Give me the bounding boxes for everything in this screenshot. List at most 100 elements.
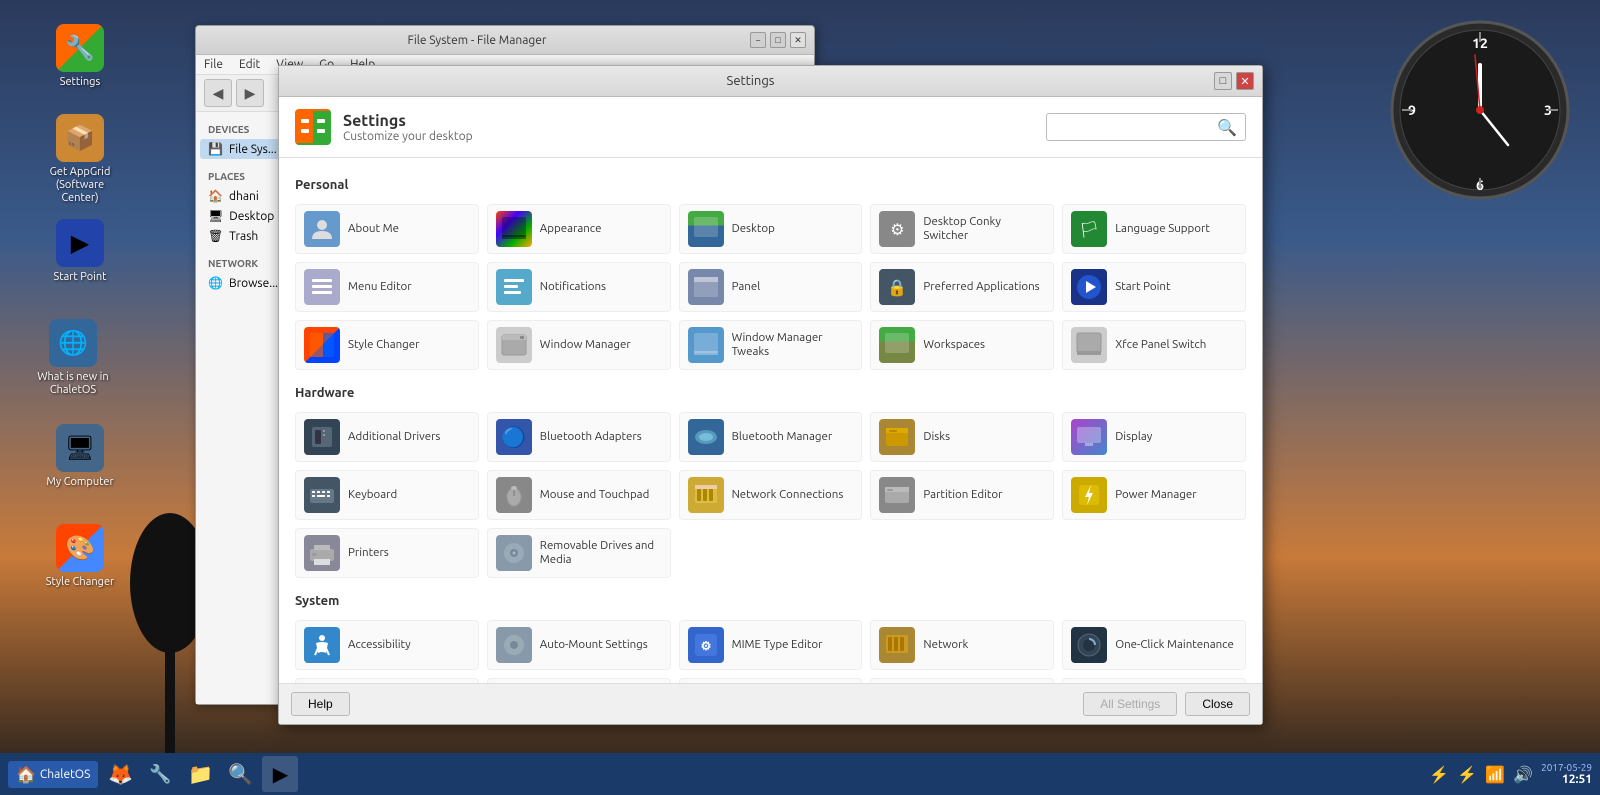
removable-drives-label: Removable Drives and Media <box>540 539 662 567</box>
settings-taskbar[interactable]: 🔧 <box>142 756 178 792</box>
mycomputer-label: My Computer <box>46 476 113 489</box>
display-item[interactable]: Display <box>1062 412 1246 462</box>
svg-text:⚙: ⚙ <box>700 640 711 653</box>
window-manager-label: Window Manager <box>540 338 631 352</box>
xfce-panel-item[interactable]: Xfce Panel Switch <box>1062 320 1246 370</box>
help-button[interactable]: Help <box>291 692 350 716</box>
settings-controls: □ ✕ <box>1214 72 1254 90</box>
desktop-conky-label: Desktop Conky Switcher <box>923 215 1045 243</box>
minimize-button[interactable]: − <box>750 32 766 48</box>
settings-search-input[interactable] <box>1055 120 1213 134</box>
additional-drivers-item[interactable]: Additional Drivers <box>295 412 479 462</box>
file-manager-controls: − □ ✕ <box>750 32 806 48</box>
forward-button[interactable]: ▶ <box>236 79 264 107</box>
accessibility-label: Accessibility <box>348 638 411 652</box>
network-connections-label: Network Connections <box>732 488 844 502</box>
close-button[interactable]: ✕ <box>790 32 806 48</box>
network-icon[interactable]: 📶 <box>1485 765 1505 784</box>
additional-drivers-icon <box>304 419 340 455</box>
settings-desktop-icon[interactable]: 🔧 Settings <box>35 20 125 93</box>
language-item[interactable]: 🏳 Language Support <box>1062 204 1246 254</box>
mouse-touchpad-label: Mouse and Touchpad <box>540 488 650 502</box>
back-button[interactable]: ◀ <box>204 79 232 107</box>
window-manager-icon <box>496 327 532 363</box>
whats-new-desktop-icon[interactable]: 🌐 What is new inChaletOS <box>28 315 118 401</box>
additional-drivers-label: Additional Drivers <box>348 430 440 444</box>
about-me-item[interactable]: About Me <box>295 204 479 254</box>
workspaces-item[interactable]: Workspaces <box>870 320 1054 370</box>
more-icon: ▶ <box>273 762 288 786</box>
menu-file[interactable]: File <box>204 58 223 71</box>
maximize-button[interactable]: □ <box>770 32 786 48</box>
start-label: ChaletOS <box>40 768 90 781</box>
network-label: Network <box>923 638 968 652</box>
file-manager-titlebar: File System - File Manager − □ ✕ <box>196 26 814 55</box>
volume-icon[interactable]: 🔊 <box>1513 765 1533 784</box>
wm-tweaks-item[interactable]: Window Manager Tweaks <box>679 320 863 370</box>
language-label: Language Support <box>1115 222 1210 236</box>
notifications-item[interactable]: Notifications <box>487 262 671 312</box>
desktop-item[interactable]: Desktop <box>679 204 863 254</box>
settings-search-box[interactable]: 🔍 <box>1046 113 1246 141</box>
disks-label: Disks <box>923 430 950 444</box>
settings-subheading: Customize your desktop <box>343 130 473 143</box>
menu-editor-item[interactable]: Menu Editor <box>295 262 479 312</box>
mouse-touchpad-item[interactable]: Mouse and Touchpad <box>487 470 671 520</box>
appgrid-desktop-icon[interactable]: 📦 Get AppGrid(Software Center) <box>35 110 125 210</box>
disks-item[interactable]: Disks <box>870 412 1054 462</box>
accessibility-item[interactable]: Accessibility <box>295 620 479 670</box>
removable-drives-item[interactable]: Removable Drives and Media <box>487 528 671 578</box>
stylechanger-desktop-icon[interactable]: 🎨 Style Changer <box>35 520 125 593</box>
power-manager-item[interactable]: Power Manager <box>1062 470 1246 520</box>
settings-close-button[interactable]: ✕ <box>1236 72 1254 90</box>
bluetooth-manager-item[interactable]: Bluetooth Manager <box>679 412 863 462</box>
settings-maximize-button[interactable]: □ <box>1214 72 1232 90</box>
window-manager-item[interactable]: Window Manager <box>487 320 671 370</box>
workspaces-label: Workspaces <box>923 338 985 352</box>
one-click-item[interactable]: One-Click Maintenance <box>1062 620 1246 670</box>
chaletOS-logo: 🏠 <box>16 765 36 784</box>
firefox-taskbar[interactable]: 🦊 <box>102 756 138 792</box>
startpoint-desktop-icon[interactable]: ▶ Start Point <box>35 215 125 288</box>
battery-icon[interactable]: ⚡ <box>1457 765 1477 784</box>
preferred-apps-item[interactable]: 🔒 Preferred Applications <box>870 262 1054 312</box>
menu-edit[interactable]: Edit <box>239 58 260 71</box>
power-icon[interactable]: ⚡ <box>1429 765 1449 784</box>
panel-item[interactable]: Panel <box>679 262 863 312</box>
filemanager-taskbar[interactable]: 📁 <box>182 756 218 792</box>
search-taskbar[interactable]: 🔍 <box>222 756 258 792</box>
auto-mount-item[interactable]: Auto-Mount Settings <box>487 620 671 670</box>
style-changer-item[interactable]: Style Changer <box>295 320 479 370</box>
bluetooth-adapters-item[interactable]: 🔵 Bluetooth Adapters <box>487 412 671 462</box>
start-button[interactable]: 🏠 ChaletOS <box>8 761 98 788</box>
xfce-panel-icon <box>1071 327 1107 363</box>
desktop-conky-item[interactable]: ⚙ Desktop Conky Switcher <box>870 204 1054 254</box>
settings-taskbar-icon: 🔧 <box>149 764 171 785</box>
home-icon: 🏠 <box>208 189 223 203</box>
dhani-label: dhani <box>229 190 259 203</box>
bluetooth-manager-label: Bluetooth Manager <box>732 430 833 444</box>
settings-titlebar: Settings □ ✕ <box>279 66 1262 97</box>
power-manager-icon <box>1071 477 1107 513</box>
taskbar-time-display: 2017-05-29 12:51 <box>1541 762 1592 786</box>
close-settings-button[interactable]: Close <box>1185 692 1250 716</box>
appearance-item[interactable]: Appearance <box>487 204 671 254</box>
startpoint-item[interactable]: Start Point <box>1062 262 1246 312</box>
network-item[interactable]: Network <box>870 620 1054 670</box>
more-taskbar[interactable]: ▶ <box>262 756 298 792</box>
keyboard-item[interactable]: Keyboard <box>295 470 479 520</box>
menu-editor-label: Menu Editor <box>348 280 412 294</box>
all-settings-button[interactable]: All Settings <box>1083 692 1177 716</box>
taskbar-date: 2017-05-29 <box>1541 762 1592 773</box>
settings-logo <box>295 109 331 145</box>
partition-editor-item[interactable]: Partition Editor <box>870 470 1054 520</box>
appearance-label: Appearance <box>540 222 602 236</box>
desktop-icon <box>688 211 724 247</box>
mycomputer-desktop-icon[interactable]: 🖥 My Computer <box>35 420 125 493</box>
auto-mount-label: Auto-Mount Settings <box>540 638 648 652</box>
keyboard-label: Keyboard <box>348 488 397 502</box>
personal-section-title: Personal <box>295 178 1246 192</box>
network-connections-item[interactable]: Network Connections <box>679 470 863 520</box>
printers-item[interactable]: Printers <box>295 528 479 578</box>
mime-type-item[interactable]: ⚙ MIME Type Editor <box>679 620 863 670</box>
